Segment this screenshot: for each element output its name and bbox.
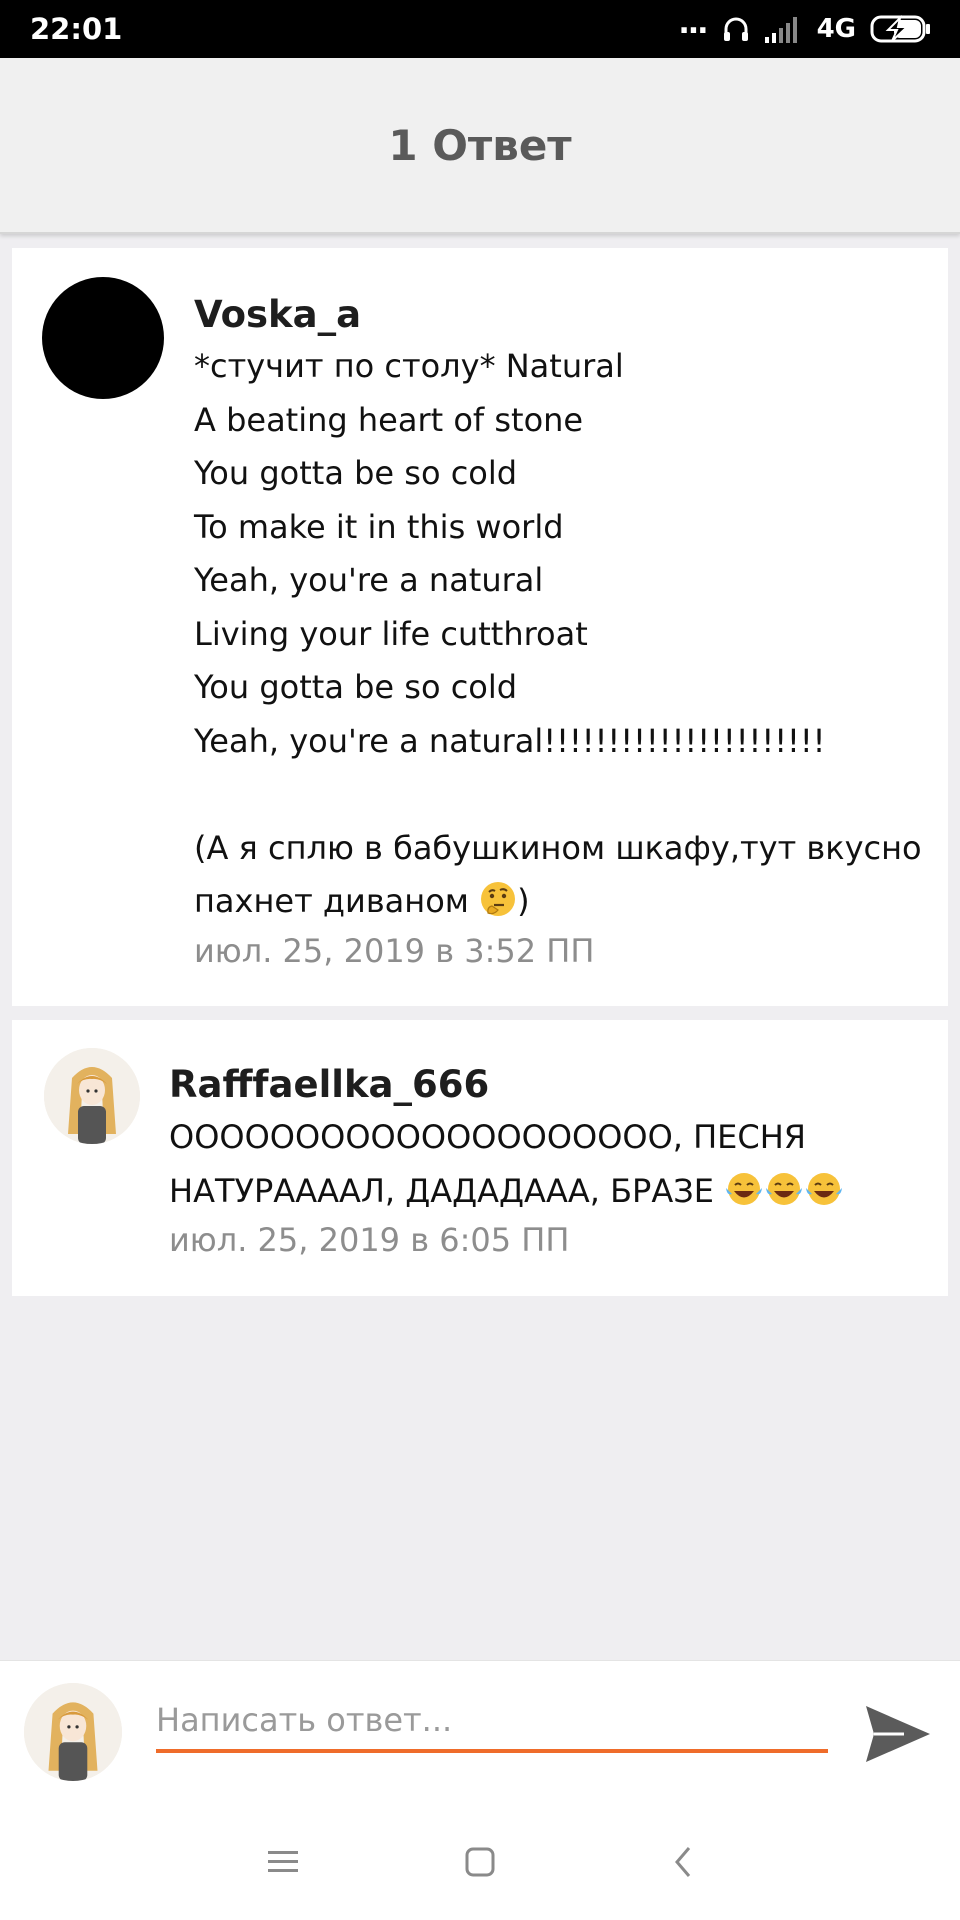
back-icon <box>675 1847 691 1877</box>
comment-text-line: Yeah, you're a natural!!!!!!!!!!!!!!!!!!… <box>194 721 826 760</box>
home-icon <box>465 1847 495 1877</box>
status-icons: ... 4G <box>678 9 932 44</box>
comment-text-line: Living your life cutthroat <box>194 614 588 653</box>
send-icon <box>866 1706 930 1762</box>
comment-text-line: Yeah, you're a natural <box>194 561 544 599</box>
comment-text-line: ОООООООООООООООООООО, ПЕСНЯ <box>169 1118 807 1156</box>
network-type: 4G <box>816 14 856 44</box>
battery-charging-icon <box>870 14 930 43</box>
back-button[interactable] <box>661 1840 705 1884</box>
comment-date: июл. 25, 2019 в 6:05 ПП <box>169 1221 570 1259</box>
comment-text-line: (А я сплю в бабушкином шкафу,тут вкусно <box>194 828 922 867</box>
comment-text-line-with-emoji: пахнет диваном ) <box>194 875 924 929</box>
comment-author[interactable]: Voska_a <box>194 290 924 340</box>
comment-text-line: A beating heart of stone <box>194 400 584 439</box>
reply-bar <box>0 1660 960 1804</box>
comment-body: Voska_a *стучит по столу* Natural A beat… <box>194 290 924 973</box>
status-time: 22:01 <box>30 12 123 46</box>
tears-of-joy-emoji <box>724 1172 844 1210</box>
comment-text: пахнет диваном <box>194 882 469 920</box>
status-dots: ... <box>678 6 708 41</box>
headphones-icon <box>723 17 748 41</box>
system-nav-bar <box>0 1804 960 1920</box>
comment-text: НАТУРААААЛ, ДАДАДААА, БРАЗЕ <box>169 1172 714 1210</box>
avatar-drawing-icon <box>24 1683 122 1781</box>
avatar[interactable] <box>42 277 164 399</box>
page-title: 1 Ответ <box>388 120 572 170</box>
comment-body: Rafffaellka_666 ОООООООООООООООООООО, ПЕ… <box>169 1060 929 1262</box>
comment-text-line-with-emoji: НАТУРААААЛ, ДАДАДААА, БРАЗЕ <box>169 1164 929 1218</box>
comment-text-line: You gotta be so cold <box>194 454 518 492</box>
comment-author[interactable]: Rafffaellka_666 <box>169 1060 929 1110</box>
thinking-face-emoji <box>481 882 516 916</box>
comment-date: июл. 25, 2019 в 3:52 ПП <box>194 931 595 970</box>
home-button[interactable] <box>458 1840 502 1884</box>
send-button[interactable] <box>860 1699 936 1769</box>
comment-card: Rafffaellka_666 ОООООООООООООООООООО, ПЕ… <box>12 1020 948 1296</box>
comment-text-line: To make it in this world <box>194 507 564 546</box>
my-avatar <box>24 1683 122 1781</box>
reply-input[interactable] <box>156 1691 828 1753</box>
menu-icon <box>268 1851 298 1872</box>
menu-button[interactable] <box>261 1840 305 1884</box>
avatar[interactable] <box>44 1048 140 1144</box>
comment-card: Voska_a *стучит по столу* Natural A beat… <box>12 248 948 1006</box>
avatar-drawing-icon <box>44 1048 140 1144</box>
comment-text-line: You gotta be so cold <box>194 668 518 706</box>
comment-text-end: ) <box>517 882 530 920</box>
status-bar: 22:01 ... 4G <box>0 0 960 58</box>
signal-icon <box>764 17 797 43</box>
header: 1 Ответ <box>0 58 960 234</box>
comment-text-line: *стучит по столу* Natural <box>194 347 624 385</box>
